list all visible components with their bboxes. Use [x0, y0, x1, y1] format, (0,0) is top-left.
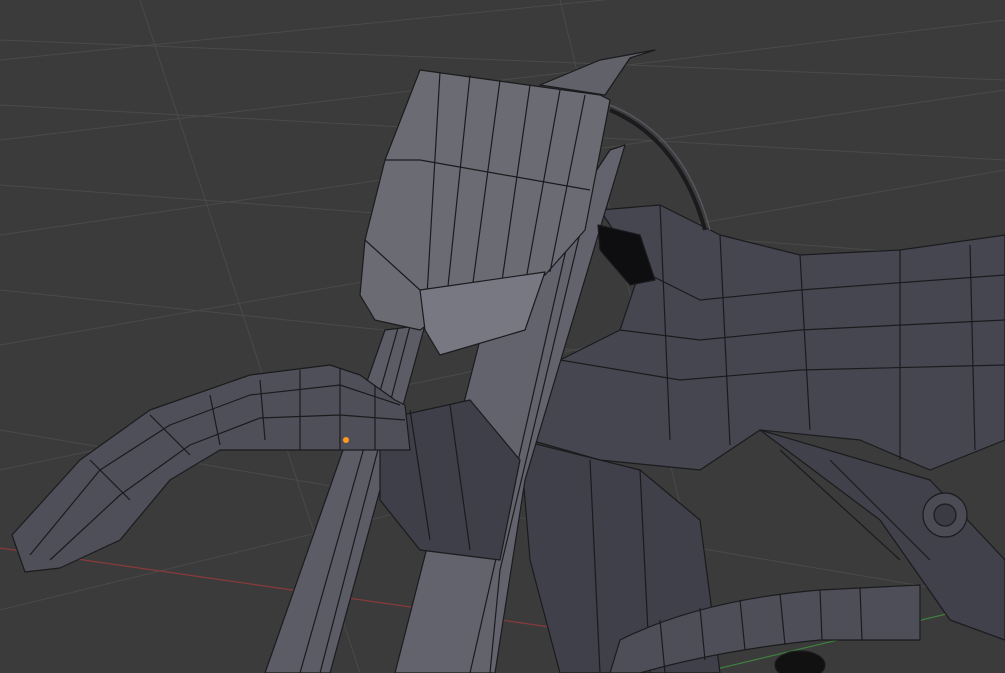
mesh-exhaust-tip[interactable]: [774, 650, 826, 673]
mesh-tank[interactable]: [524, 204, 1005, 471]
motorcycle-mesh[interactable]: [11, 49, 1005, 673]
3d-viewport[interactable]: [0, 0, 1005, 673]
selected-vertex[interactable]: [343, 437, 349, 443]
mesh-horn[interactable]: [539, 49, 656, 96]
viewport-canvas[interactable]: [0, 0, 1005, 673]
